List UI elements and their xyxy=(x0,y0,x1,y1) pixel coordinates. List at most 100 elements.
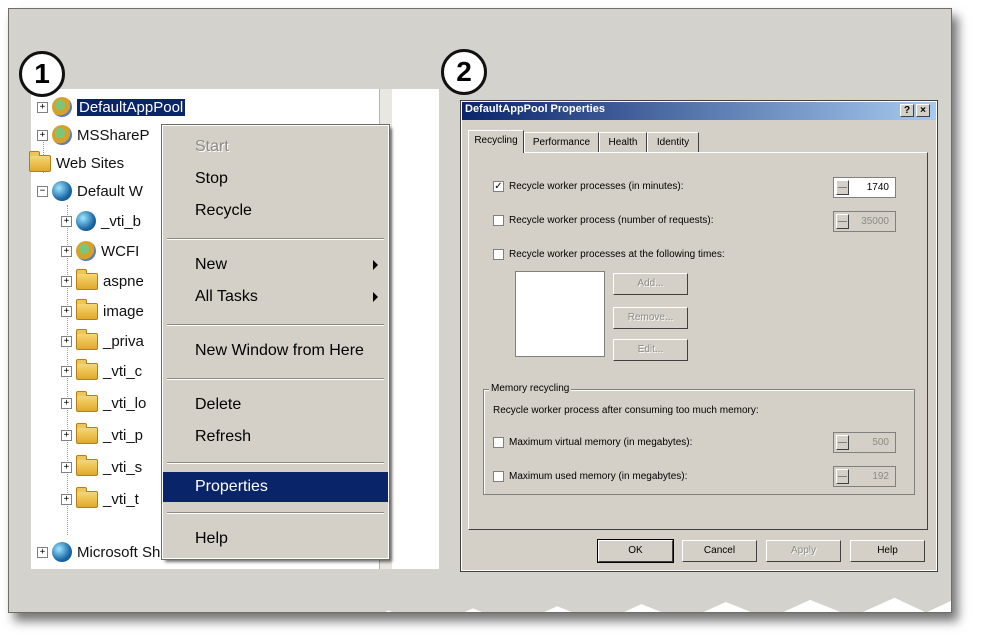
menu-item-recycle[interactable]: Recycle xyxy=(163,196,388,226)
tree-item-label: _priva xyxy=(103,332,144,350)
globe-icon xyxy=(76,211,96,231)
tree-item-defaultapppool[interactable]: + DefaultAppPool xyxy=(37,93,186,121)
max-virtual-stepper[interactable]: 500 xyxy=(833,432,896,453)
apply-button[interactable]: Apply xyxy=(766,540,841,562)
expand-icon[interactable]: + xyxy=(61,365,72,377)
expand-icon[interactable]: + xyxy=(61,461,72,473)
max-used-value: 192 xyxy=(872,471,889,482)
tab-performance[interactable]: Performance xyxy=(524,132,599,152)
screenshot-frame: 1 + DefaultAppPool + MSShareP Web Sites … xyxy=(8,8,952,613)
edit-button[interactable]: Edit... xyxy=(613,339,688,361)
folder-icon xyxy=(76,486,98,508)
memory-recycling-label: Memory recycling xyxy=(489,383,572,394)
expand-icon[interactable]: + xyxy=(61,275,72,287)
recycle-minutes-checkbox[interactable]: ✓ xyxy=(493,181,504,192)
expand-icon[interactable]: + xyxy=(61,429,72,441)
app-pool-icon xyxy=(52,125,72,145)
expand-icon[interactable]: + xyxy=(37,129,48,141)
spin-arrows-icon[interactable] xyxy=(836,180,849,195)
remove-button[interactable]: Remove... xyxy=(613,307,688,329)
tree-item-default-web-site[interactable]: − Default W xyxy=(37,177,143,205)
folder-icon xyxy=(76,268,98,290)
tree-item[interactable]: + _vti_lo xyxy=(61,389,146,417)
help-icon[interactable]: ? xyxy=(900,104,914,117)
max-used-stepper[interactable]: 192 xyxy=(833,466,896,487)
max-used-label: Maximum used memory (in megabytes): xyxy=(509,471,688,482)
menu-separator xyxy=(167,238,384,240)
menu-separator xyxy=(167,512,384,514)
menu-item-all-tasks[interactable]: All Tasks xyxy=(163,282,388,312)
tab-identity[interactable]: Identity xyxy=(647,132,699,152)
tree-item-label: MSShareP xyxy=(77,126,150,144)
context-menu: Start Stop Recycle New All Tasks New Win… xyxy=(161,124,390,560)
submenu-arrow-icon xyxy=(373,292,378,302)
help-button[interactable]: Help xyxy=(850,540,925,562)
expand-icon[interactable]: + xyxy=(61,335,72,347)
close-icon[interactable]: × xyxy=(916,104,930,117)
ok-button[interactable]: OK xyxy=(597,539,674,563)
tree-item[interactable]: + _priva xyxy=(61,327,144,355)
tree-item[interactable]: + _vti_s xyxy=(61,453,142,481)
expand-icon[interactable]: + xyxy=(61,305,72,317)
tree-item-label: _vti_t xyxy=(103,490,139,508)
menu-item-help[interactable]: Help xyxy=(163,524,388,554)
menu-item-stop[interactable]: Stop xyxy=(163,164,388,194)
expand-icon[interactable]: + xyxy=(61,215,72,227)
tree-item[interactable]: + WCFI xyxy=(61,237,139,265)
folder-icon xyxy=(76,298,98,320)
recycling-tab-page: ✓ Recycle worker processes (in minutes):… xyxy=(468,152,928,530)
dialog-title: DefaultAppPool Properties xyxy=(465,103,605,115)
recycle-minutes-label: Recycle worker processes (in minutes): xyxy=(509,181,684,192)
recycle-requests-stepper[interactable]: 35000 xyxy=(833,211,896,232)
tree-item[interactable]: + aspne xyxy=(61,267,144,295)
max-used-checkbox[interactable] xyxy=(493,471,504,482)
tree-item[interactable]: + _vti_b xyxy=(61,207,141,235)
dialog-titlebar[interactable]: DefaultAppPool Properties ? × xyxy=(462,102,936,120)
max-virtual-checkbox[interactable] xyxy=(493,437,504,448)
recycle-times-list[interactable] xyxy=(515,271,605,357)
menu-item-refresh[interactable]: Refresh xyxy=(163,422,388,452)
step-number-2: 2 xyxy=(441,49,487,95)
expand-icon[interactable]: + xyxy=(61,245,72,257)
tree-item[interactable]: + image xyxy=(61,297,144,325)
cancel-button[interactable]: Cancel xyxy=(682,540,757,562)
menu-item-new[interactable]: New xyxy=(163,250,388,280)
menu-item-delete[interactable]: Delete xyxy=(163,390,388,420)
tree-item-label: DefaultAppPool xyxy=(77,98,186,116)
recycle-times-checkbox[interactable] xyxy=(493,249,504,260)
menu-item-label: New xyxy=(195,256,228,273)
recycle-requests-label: Recycle worker process (number of reques… xyxy=(509,215,714,226)
spin-arrows-icon[interactable] xyxy=(836,214,849,229)
tree-item-mssharep[interactable]: + MSShareP xyxy=(37,121,150,149)
tab-health[interactable]: Health xyxy=(599,132,647,152)
folder-icon xyxy=(76,390,98,412)
tab-recycling[interactable]: Recycling xyxy=(468,130,524,153)
recycle-requests-checkbox[interactable] xyxy=(493,215,504,226)
folder-icon xyxy=(76,422,98,444)
properties-dialog: DefaultAppPool Properties ? × Recycling … xyxy=(460,100,938,572)
spin-arrows-icon[interactable] xyxy=(836,469,849,484)
recycle-minutes-value: 1740 xyxy=(866,182,889,193)
collapse-icon[interactable]: − xyxy=(37,185,48,197)
tree-item-label: _vti_b xyxy=(101,212,142,230)
expand-icon[interactable]: + xyxy=(61,493,72,505)
tree-item-web-sites[interactable]: Web Sites xyxy=(29,149,124,177)
tree-item-label: aspne xyxy=(103,272,144,290)
globe-icon xyxy=(52,542,72,562)
menu-item-properties[interactable]: Properties xyxy=(163,472,388,502)
expand-icon[interactable]: + xyxy=(37,101,48,113)
expand-icon[interactable]: + xyxy=(61,397,72,409)
app-pool-icon xyxy=(76,241,96,261)
menu-item-new-window[interactable]: New Window from Here xyxy=(163,336,388,366)
recycle-minutes-stepper[interactable]: 1740 xyxy=(833,177,896,198)
menu-item-start[interactable]: Start xyxy=(163,132,388,162)
tree-item[interactable]: + _vti_t xyxy=(61,485,139,513)
tree-item[interactable]: + _vti_c xyxy=(61,357,142,385)
add-button[interactable]: Add... xyxy=(613,273,688,295)
memory-description: Recycle worker process after consuming t… xyxy=(493,405,759,416)
tree-item-label: WCFI xyxy=(101,242,140,260)
tree-item[interactable]: + _vti_p xyxy=(61,421,143,449)
spin-arrows-icon[interactable] xyxy=(836,435,849,450)
expand-icon[interactable]: + xyxy=(37,546,48,558)
tree-item-label: image xyxy=(103,302,144,320)
